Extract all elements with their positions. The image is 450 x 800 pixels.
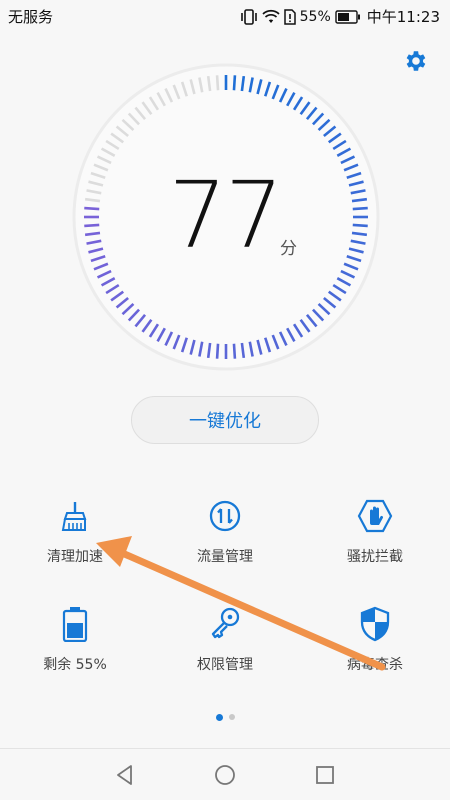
home-icon: [215, 765, 235, 785]
tool-data-traffic-label: 流量管理: [197, 549, 253, 565]
gauge-tick-active: [215, 343, 220, 359]
gauge-tick-active: [232, 343, 237, 359]
key-icon: [205, 604, 245, 644]
data-traffic-icon: [205, 496, 245, 536]
gauge-tick-active: [232, 75, 237, 91]
one-click-optimize-button[interactable]: 一键优化: [131, 396, 319, 444]
navigation-bar: [0, 748, 450, 800]
home-button[interactable]: [213, 763, 237, 787]
tool-battery-label: 剩余 55%: [43, 657, 107, 673]
gauge-tick: [215, 75, 220, 91]
score-value: 77: [168, 162, 283, 269]
page-indicator: [0, 714, 450, 721]
tool-permissions[interactable]: 权限管理: [150, 596, 300, 696]
page-dot[interactable]: [228, 714, 235, 720]
tool-permissions-label: 权限管理: [197, 657, 253, 673]
tool-virus-scan-label: 病毒查杀: [347, 657, 403, 673]
tool-harassment-block[interactable]: 骚扰拦截: [300, 488, 450, 588]
recents-button[interactable]: [313, 763, 337, 787]
shield-icon: [355, 604, 395, 644]
broom-icon: [55, 496, 95, 536]
tool-virus-scan[interactable]: 病毒查杀: [300, 596, 450, 696]
back-icon: [117, 765, 132, 785]
tool-harassment-block-label: 骚扰拦截: [347, 549, 403, 565]
score-display: 77 分: [0, 170, 450, 262]
tool-cleanup[interactable]: 清理加速: [0, 488, 150, 588]
recents-icon: [316, 766, 334, 784]
tool-data-traffic[interactable]: 流量管理: [150, 488, 300, 588]
battery-icon: [55, 604, 95, 644]
tool-battery[interactable]: 剩余 55%: [0, 596, 150, 696]
hand-block-icon: [355, 496, 395, 536]
score-unit: 分: [280, 239, 297, 259]
page-dot-active[interactable]: [215, 714, 223, 721]
tool-cleanup-label: 清理加速: [47, 549, 103, 565]
back-button[interactable]: [113, 763, 137, 787]
